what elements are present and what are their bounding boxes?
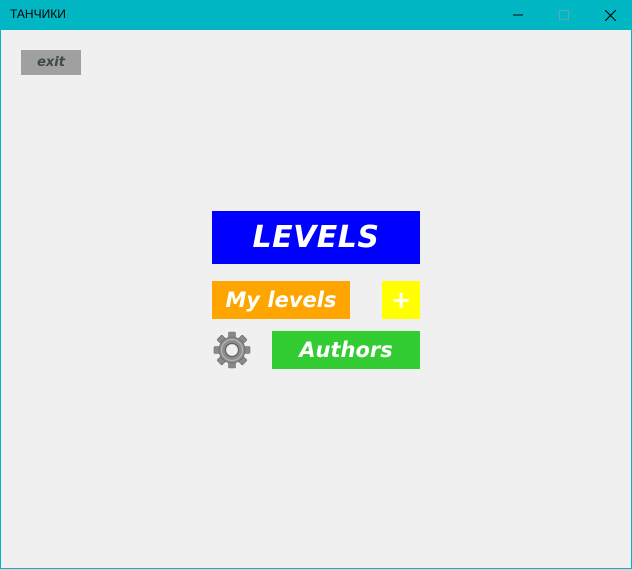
close-button[interactable] xyxy=(587,0,632,30)
my-levels-button[interactable]: My levels xyxy=(212,281,350,319)
add-level-button[interactable]: + xyxy=(382,281,420,319)
window-title: ТАНЧИКИ xyxy=(10,7,66,21)
title-bar[interactable]: ТАНЧИКИ xyxy=(1,0,631,30)
main-menu: exit LEVELS My levels + Authors xyxy=(1,30,631,568)
minimize-button[interactable] xyxy=(495,0,541,30)
maximize-button[interactable] xyxy=(541,0,587,30)
maximize-icon xyxy=(559,10,569,20)
levels-button[interactable]: LEVELS xyxy=(212,211,420,264)
app-window: ТАНЧИКИ exit LEVELS My levels + Authors xyxy=(0,0,632,569)
exit-button[interactable]: exit xyxy=(21,50,81,75)
minimize-icon xyxy=(513,14,523,16)
gear-icon[interactable] xyxy=(213,331,251,369)
close-icon xyxy=(604,9,616,21)
authors-button[interactable]: Authors xyxy=(272,331,420,369)
